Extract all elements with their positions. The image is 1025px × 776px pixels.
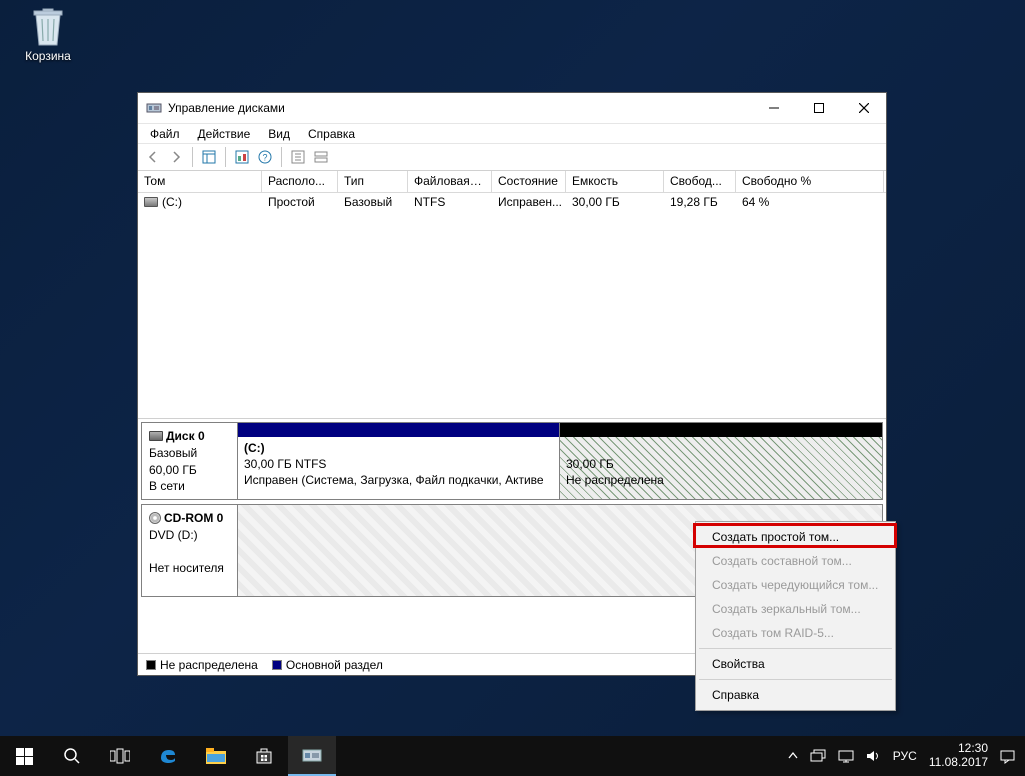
ctx-create-mirrored-volume: Создать зеркальный том... — [698, 597, 893, 621]
tray-clock[interactable]: 12:30 11.08.2017 — [929, 742, 988, 770]
partition-unallocated[interactable]: 30,00 ГБ Не распределена — [560, 423, 882, 499]
menu-file[interactable]: Файл — [142, 125, 188, 143]
store-button[interactable] — [240, 736, 288, 776]
vol-freepct: 64 % — [736, 194, 884, 210]
col-layout[interactable]: Располо... — [262, 171, 338, 192]
primary-stripe — [238, 423, 559, 437]
toolbar-settings-icon[interactable] — [287, 146, 309, 168]
context-menu: Создать простой том... Создать составной… — [695, 521, 896, 711]
tray-notifications-icon[interactable] — [1000, 749, 1015, 764]
legend-primary: Основной раздел — [286, 658, 383, 672]
tray-language[interactable]: РУС — [893, 749, 917, 763]
col-volume[interactable]: Том — [138, 171, 262, 192]
titlebar[interactable]: Управление дисками — [138, 93, 886, 123]
recycle-bin[interactable]: Корзина — [18, 5, 78, 63]
col-status[interactable]: Состояние — [492, 171, 566, 192]
cdrom-name: CD-ROM 0 — [164, 511, 223, 525]
disk-0-name: Диск 0 — [166, 429, 205, 443]
vol-name: (C:) — [162, 195, 182, 209]
app-icon — [146, 100, 162, 116]
part-u-line2: Не распределена — [566, 473, 664, 487]
partition-c[interactable]: (C:) 30,00 ГБ NTFS Исправен (Система, За… — [238, 423, 560, 499]
menu-action[interactable]: Действие — [190, 125, 259, 143]
help-button[interactable]: ? — [254, 146, 276, 168]
part-c-line2: Исправен (Система, Загрузка, Файл подкач… — [244, 473, 544, 487]
disk-0-state: В сети — [149, 479, 185, 493]
svg-text:?: ? — [262, 153, 267, 163]
vol-capacity: 30,00 ГБ — [566, 194, 664, 210]
col-capacity[interactable]: Емкость — [566, 171, 664, 192]
vol-type: Базовый — [338, 194, 408, 210]
legend-swatch-primary — [272, 660, 282, 670]
tray-chevron-up-icon[interactable] — [788, 751, 798, 761]
ctx-create-simple-volume[interactable]: Создать простой том... — [698, 525, 893, 549]
ctx-separator — [699, 679, 892, 680]
refresh-button[interactable] — [231, 146, 253, 168]
vol-layout: Простой — [262, 194, 338, 210]
vol-free: 19,28 ГБ — [664, 194, 736, 210]
disk-0-type: Базовый — [149, 446, 197, 460]
minimize-button[interactable] — [751, 94, 796, 123]
part-c-line1: 30,00 ГБ NTFS — [244, 457, 326, 471]
back-button[interactable] — [142, 146, 164, 168]
cdrom-icon — [149, 512, 161, 524]
taskbar[interactable]: РУС 12:30 11.08.2017 — [0, 736, 1025, 776]
tray-volume-icon[interactable] — [866, 749, 881, 763]
tray-monitor-icon[interactable] — [810, 749, 826, 763]
clock-time: 12:30 — [929, 742, 988, 756]
disk-0-size: 60,00 ГБ — [149, 463, 197, 477]
clock-date: 11.08.2017 — [929, 756, 988, 770]
menu-view[interactable]: Вид — [260, 125, 298, 143]
volume-row[interactable]: (C:) Простой Базовый NTFS Исправен... 30… — [138, 193, 886, 211]
maximize-button[interactable] — [796, 94, 841, 123]
start-button[interactable] — [0, 736, 48, 776]
drive-icon — [144, 197, 158, 207]
legend-swatch-unallocated — [146, 660, 156, 670]
toolbar-view-icon[interactable] — [198, 146, 220, 168]
menubar: Файл Действие Вид Справка — [138, 123, 886, 143]
ctx-create-spanned-volume: Создать составной том... — [698, 549, 893, 573]
explorer-button[interactable] — [192, 736, 240, 776]
close-button[interactable] — [841, 94, 886, 123]
vol-fs: NTFS — [408, 194, 492, 210]
col-type[interactable]: Тип — [338, 171, 408, 192]
cdrom-state: Нет носителя — [149, 561, 224, 575]
col-fs[interactable]: Файловая с... — [408, 171, 492, 192]
toolbar: ? — [138, 143, 886, 171]
system-tray[interactable]: РУС 12:30 11.08.2017 — [782, 742, 1025, 770]
cdrom-label[interactable]: CD-ROM 0 DVD (D:) Нет носителя — [142, 505, 238, 596]
unallocated-stripe — [560, 423, 882, 437]
toolbar-list-icon[interactable] — [310, 146, 332, 168]
ctx-properties[interactable]: Свойства — [698, 652, 893, 676]
search-button[interactable] — [48, 736, 96, 776]
menu-help[interactable]: Справка — [300, 125, 363, 143]
part-c-title: (C:) — [244, 441, 265, 455]
part-u-line1: 30,00 ГБ — [566, 457, 614, 471]
hdd-icon — [149, 431, 163, 441]
cdrom-type: DVD (D:) — [149, 528, 198, 542]
tray-network-icon[interactable] — [838, 749, 854, 763]
vol-status: Исправен... — [492, 194, 566, 210]
recycle-bin-label: Корзина — [25, 49, 71, 63]
col-freepct[interactable]: Свободно % — [736, 171, 884, 192]
volume-list[interactable]: Том Располо... Тип Файловая с... Состоян… — [138, 171, 886, 419]
forward-button[interactable] — [165, 146, 187, 168]
col-free[interactable]: Свобод... — [664, 171, 736, 192]
disk-0-label[interactable]: Диск 0 Базовый 60,00 ГБ В сети — [142, 423, 238, 499]
legend-unallocated: Не распределена — [160, 658, 258, 672]
edge-button[interactable] — [144, 736, 192, 776]
ctx-create-striped-volume: Создать чередующийся том... — [698, 573, 893, 597]
disk-row-0: Диск 0 Базовый 60,00 ГБ В сети (C:) 30,0… — [141, 422, 883, 500]
ctx-create-raid5-volume: Создать том RAID-5... — [698, 621, 893, 645]
ctx-help[interactable]: Справка — [698, 683, 893, 707]
ctx-separator — [699, 648, 892, 649]
window-title: Управление дисками — [168, 101, 751, 115]
disk-mgmt-taskbar-button[interactable] — [288, 736, 336, 776]
volume-list-header[interactable]: Том Располо... Тип Файловая с... Состоян… — [138, 171, 886, 193]
recycle-bin-icon — [28, 5, 68, 47]
task-view-button[interactable] — [96, 736, 144, 776]
